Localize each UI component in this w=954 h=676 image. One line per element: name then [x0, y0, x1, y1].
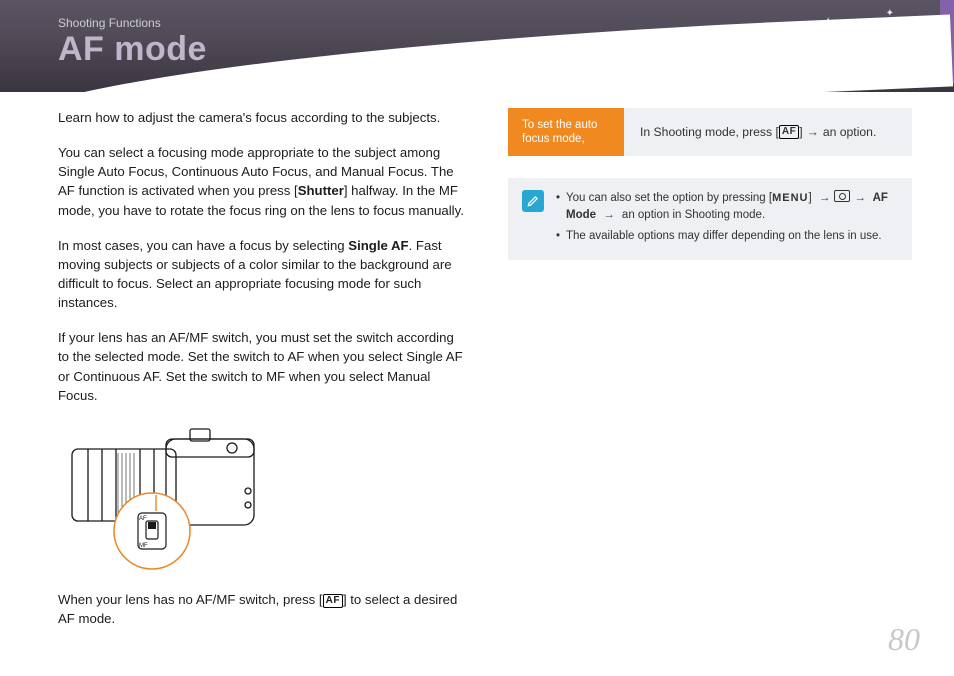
af-button-icon: AF — [323, 594, 343, 608]
paragraph-intro: Learn how to adjust the camera's focus a… — [58, 108, 466, 127]
section-color-tab — [940, 0, 954, 84]
text: In most cases, you can have a focus by s… — [58, 238, 348, 253]
note-box: You can also set the option by pressing … — [508, 178, 912, 260]
callout-label: To set the auto focus mode, — [508, 108, 624, 156]
paragraph-no-switch: When your lens has no AF/MF switch, pres… — [58, 590, 466, 628]
camera-illustration: AF MF — [58, 421, 466, 576]
text: When your lens has no AF/MF switch, pres… — [58, 592, 323, 607]
arrow-icon: → — [850, 192, 870, 204]
note-item-2: The available options may differ dependi… — [556, 228, 898, 245]
pen-note-icon — [522, 190, 544, 212]
svg-text:AF: AF — [139, 516, 147, 522]
arrow-icon: → — [803, 125, 823, 139]
page-number: 80 — [888, 621, 920, 658]
right-column: To set the auto focus mode, In Shooting … — [508, 108, 912, 676]
shutter-label: Shutter — [298, 183, 344, 198]
text: In Shooting mode, press [ — [640, 125, 779, 139]
text: an option in Shooting mode. — [619, 209, 765, 221]
breadcrumb: Shooting Functions — [58, 16, 161, 30]
header-band: ✦ ✦ • ✦ • Shooting Functions AF mode — [0, 0, 954, 92]
text: You can also set the option by pressing … — [566, 192, 772, 204]
af-button-icon: AF — [779, 125, 799, 139]
note-item-1: You can also set the option by pressing … — [556, 190, 898, 224]
arrow-icon: → — [599, 209, 619, 221]
paragraph-switch: If your lens has an AF/MF switch, you mu… — [58, 328, 466, 405]
text: ] — [808, 192, 814, 204]
page-title: AF mode — [58, 30, 207, 69]
set-mode-callout: To set the auto focus mode, In Shooting … — [508, 108, 912, 156]
camera-icon — [834, 190, 850, 202]
paragraph-modes: You can select a focusing mode appropria… — [58, 143, 466, 220]
svg-text:MF: MF — [139, 543, 148, 549]
paragraph-singleaf: In most cases, you can have a focus by s… — [58, 236, 466, 313]
singleaf-label: Single AF — [348, 238, 408, 253]
note-body: You can also set the option by pressing … — [556, 190, 898, 248]
menu-button-icon: MENU — [772, 192, 808, 204]
arrow-icon: → — [815, 192, 835, 204]
callout-instruction: In Shooting mode, press [AF] → an option… — [624, 108, 912, 156]
left-column: Learn how to adjust the camera's focus a… — [58, 108, 466, 676]
text: an option. — [823, 125, 877, 139]
page-content: Learn how to adjust the camera's focus a… — [58, 108, 912, 676]
